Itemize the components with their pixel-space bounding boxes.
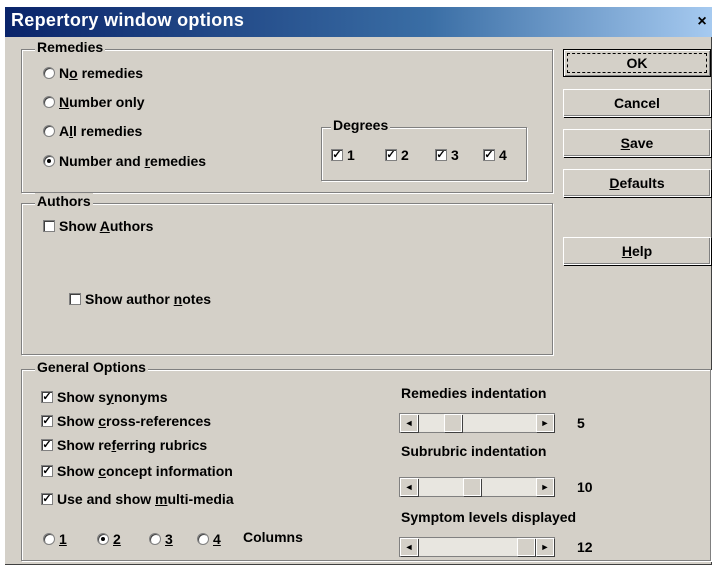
radio-label: 4 (213, 531, 221, 547)
ok-button[interactable]: OK (563, 49, 711, 77)
degree-4-checkbox[interactable]: ✓ 4 (483, 147, 507, 163)
title-bar[interactable]: Repertory window options (5, 7, 712, 37)
columns-radio-2[interactable]: 2 (97, 531, 121, 547)
checkbox[interactable]: ✓ (331, 149, 343, 161)
subrubric-indentation-label: Subrubric indentation (401, 443, 547, 459)
radio-label: All remedies (59, 123, 143, 139)
arrow-left-icon[interactable]: ◄ (400, 538, 418, 556)
checkbox-label: Show referring rubrics (57, 437, 208, 453)
remedies-group-label: Remedies (35, 39, 106, 55)
radio-label: 2 (113, 531, 121, 547)
radio-label: 1 (59, 531, 67, 547)
radio-button[interactable] (149, 533, 161, 545)
arrow-left-icon[interactable]: ◄ (400, 414, 418, 432)
columns-radio-3[interactable]: 3 (149, 531, 173, 547)
defaults-button-label: Defaults (609, 175, 665, 191)
window-title: Repertory window options (11, 10, 245, 30)
symptom-levels-label: Symptom levels displayed (401, 509, 577, 525)
radio-label: Number only (59, 94, 145, 110)
checkbox[interactable]: ✓ (41, 439, 53, 451)
checkbox[interactable] (69, 293, 81, 305)
radio-number-and-remedies[interactable]: Number and remedies (43, 153, 206, 169)
radio-label: 3 (165, 531, 173, 547)
show-authors-checkbox[interactable]: Show Authors (43, 218, 153, 234)
degree-label: 4 (499, 147, 507, 163)
scroll-thumb[interactable] (444, 414, 462, 432)
remedies-indentation-value: 5 (577, 415, 585, 431)
checkbox[interactable]: ✓ (385, 149, 397, 161)
checkbox[interactable]: ✓ (41, 415, 53, 427)
show-referring-rubrics-checkbox[interactable]: ✓ Show referring rubrics (41, 437, 207, 453)
radio-button[interactable] (43, 67, 55, 79)
save-button[interactable]: Save (563, 129, 711, 157)
cancel-button[interactable]: Cancel (563, 89, 711, 117)
arrow-right-icon[interactable]: ► (536, 478, 554, 496)
degree-label: 1 (347, 147, 355, 163)
degree-1-checkbox[interactable]: ✓ 1 (331, 147, 355, 163)
show-author-notes-checkbox[interactable]: Show author notes (69, 291, 211, 307)
checkbox[interactable]: ✓ (435, 149, 447, 161)
subrubric-indentation-scrollbar[interactable]: ◄ ► (399, 477, 555, 497)
use-multimedia-checkbox[interactable]: ✓ Use and show multi-media (41, 491, 234, 507)
close-icon[interactable]: × (694, 13, 710, 31)
authors-group-label: Authors (35, 193, 93, 209)
radio-button[interactable] (43, 125, 55, 137)
repertory-options-dialog: Repertory window options × Remedies No r… (4, 6, 713, 566)
focus-rect (567, 53, 707, 73)
radio-all-remedies[interactable]: All remedies (43, 123, 142, 139)
checkbox[interactable]: ✓ (41, 391, 53, 403)
radio-label: Number and remedies (59, 153, 207, 169)
checkbox-label: Use and show multi-media (57, 491, 234, 507)
radio-label: No remedies (59, 65, 144, 81)
defaults-button[interactable]: Defaults (563, 169, 711, 197)
general-options-group-label: General Options (35, 359, 148, 375)
symptom-levels-value: 12 (577, 539, 593, 555)
degrees-group-label: Degrees (331, 117, 391, 133)
radio-button[interactable] (43, 155, 55, 167)
radio-button[interactable] (97, 533, 109, 545)
checkbox-label: Show concept information (57, 463, 233, 479)
checkbox-label: Show synonyms (57, 389, 168, 405)
show-concept-information-checkbox[interactable]: ✓ Show concept information (41, 463, 233, 479)
scroll-thumb[interactable] (517, 538, 535, 556)
arrow-right-icon[interactable]: ► (536, 414, 554, 432)
columns-label: Columns (243, 529, 303, 545)
remedies-indentation-label: Remedies indentation (401, 385, 547, 401)
checkbox[interactable]: ✓ (41, 493, 53, 505)
symptom-levels-scrollbar[interactable]: ◄ ► (399, 537, 555, 557)
help-button-label: Help (621, 243, 653, 259)
radio-button[interactable] (197, 533, 209, 545)
checkbox[interactable] (43, 220, 55, 232)
degree-3-checkbox[interactable]: ✓ 3 (435, 147, 459, 163)
degree-label: 3 (451, 147, 459, 163)
radio-button[interactable] (43, 96, 55, 108)
degree-label: 2 (401, 147, 409, 163)
show-cross-references-checkbox[interactable]: ✓ Show cross-references (41, 413, 211, 429)
help-button[interactable]: Help (563, 237, 711, 265)
checkbox-label: Show author notes (85, 291, 212, 307)
columns-radio-4[interactable]: 4 (197, 531, 221, 547)
radio-no-remedies[interactable]: No remedies (43, 65, 143, 81)
checkbox[interactable]: ✓ (41, 465, 53, 477)
radio-number-only[interactable]: Number only (43, 94, 145, 110)
remedies-indentation-scrollbar[interactable]: ◄ ► (399, 413, 555, 433)
columns-radio-1[interactable]: 1 (43, 531, 67, 547)
cancel-button-label: Cancel (614, 95, 660, 111)
degree-2-checkbox[interactable]: ✓ 2 (385, 147, 409, 163)
radio-button[interactable] (43, 533, 55, 545)
checkbox-label: Show Authors (59, 218, 154, 234)
checkbox-label: Show cross-references (57, 413, 212, 429)
arrow-left-icon[interactable]: ◄ (400, 478, 418, 496)
checkbox[interactable]: ✓ (483, 149, 495, 161)
show-synonyms-checkbox[interactable]: ✓ Show synonyms (41, 389, 168, 405)
save-button-label: Save (620, 135, 654, 151)
arrow-right-icon[interactable]: ► (536, 538, 554, 556)
scroll-thumb[interactable] (463, 478, 481, 496)
subrubric-indentation-value: 10 (577, 479, 593, 495)
